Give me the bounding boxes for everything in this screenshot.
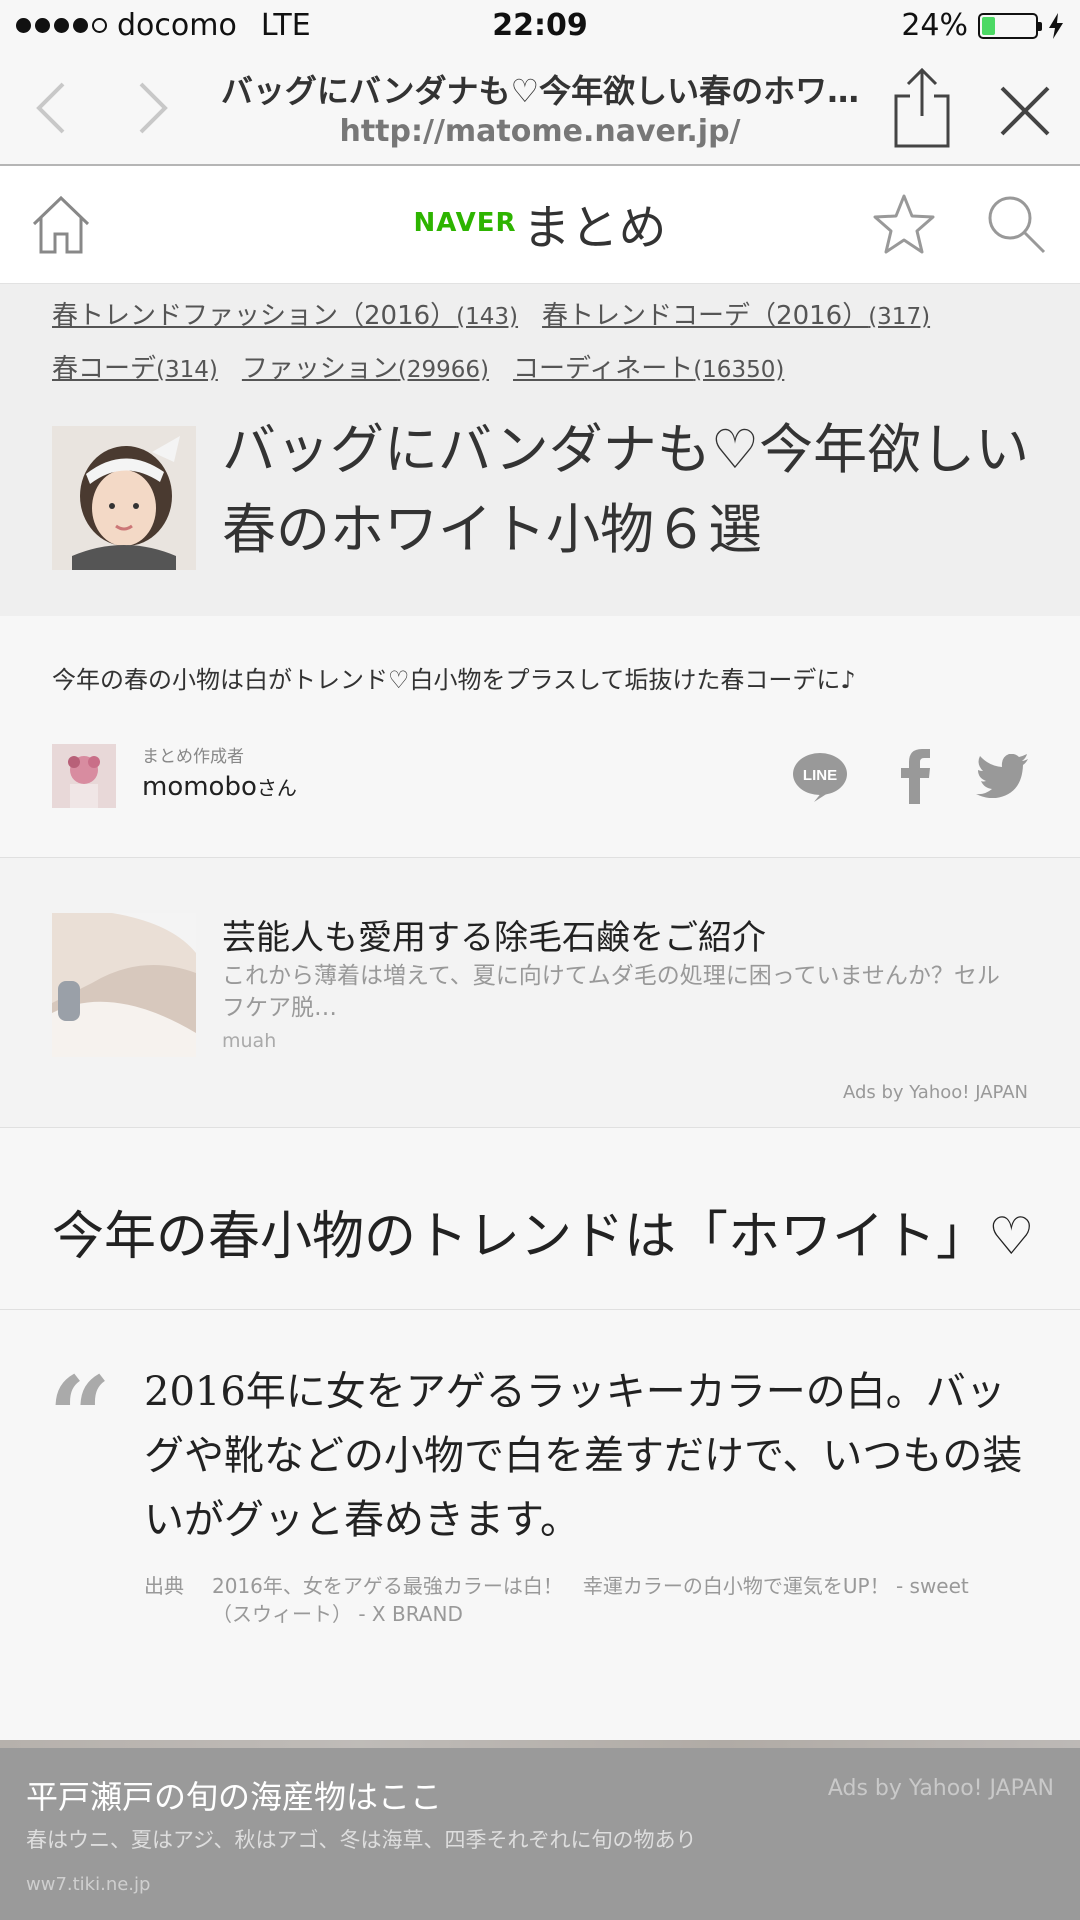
share-facebook-button[interactable]: [894, 748, 934, 804]
close-icon: [1000, 86, 1050, 136]
chevron-left-icon: [36, 82, 65, 134]
bottom-ad-description: 春はウニ、夏はアジ、秋はアゴ、冬は海草、四季それぞれに旬の物あり: [26, 1828, 697, 1852]
article-summary-section: 今年の春の小物は白がトレンド♡白小物をプラスして垢抜けた春コーデに♪ まとめ作成…: [0, 616, 1080, 858]
quote-source: 出典 2016年、女をアゲる最強カラーは白！ 幸運カラーの白小物で運気をUP！ …: [144, 1572, 1004, 1628]
tag-link[interactable]: 春トレンドコーデ（2016）(317): [542, 301, 930, 331]
article-thumbnail: [52, 426, 196, 570]
favorite-button[interactable]: [872, 192, 936, 256]
line-icon: LINE: [793, 753, 847, 802]
ad-source: muah: [222, 1030, 277, 1052]
tag-link[interactable]: 春コーデ(314): [52, 354, 218, 384]
battery-percent: 24%: [901, 8, 968, 43]
bottom-ads-by-label[interactable]: Ads by Yahoo! JAPAN: [828, 1776, 1054, 1801]
star-icon: [873, 194, 935, 254]
section-heading-block: 今年の春小物のトレンドは「ホワイト」♡: [0, 1128, 1080, 1310]
bottom-ad-title[interactable]: 平戸瀬戸の旬の海産物はここ: [26, 1772, 442, 1818]
article-summary: 今年の春の小物は白がトレンド♡白小物をプラスして垢抜けた春コーデに♪: [52, 666, 856, 694]
search-icon: [988, 196, 1046, 254]
charging-bolt-icon: [1049, 12, 1063, 39]
bottom-overlay-ad[interactable]: 平戸瀬戸の旬の海産物はここ Ads by Yahoo! JAPAN 春はウニ、夏…: [0, 1740, 1080, 1920]
share-line-button[interactable]: LINE: [792, 752, 848, 802]
sponsored-ad[interactable]: 芸能人も愛用する除毛石鹸をご紹介 これから薄着は増えて、夏に向けてムダ毛の処理に…: [0, 858, 1080, 1128]
source-label: 出典: [144, 1574, 184, 1598]
author-name[interactable]: momoboさん: [142, 772, 297, 802]
facebook-icon: [901, 749, 930, 804]
quote-block: “ 2016年に女をアゲるラッキーカラーの白。バッグや靴などの小物で白を差すだけ…: [0, 1310, 1080, 1740]
section-heading: 今年の春小物のトレンドは「ホワイト」♡: [52, 1207, 1035, 1267]
site-header: NAVER まとめ: [0, 166, 1080, 284]
close-button[interactable]: [994, 80, 1056, 142]
bottom-ad-source: ww7.tiki.ne.jp: [26, 1874, 151, 1895]
forward-button[interactable]: [126, 80, 182, 136]
share-button[interactable]: [890, 66, 954, 150]
logo-matome: まとめ: [522, 200, 667, 256]
ad-description: これから薄着は増えて、夏に向けてムダ毛の処理に困っていませんか？セルフケア脱…: [222, 963, 1000, 1021]
back-button[interactable]: [22, 80, 78, 136]
url-field[interactable]: http://matome.naver.jp/: [185, 114, 895, 149]
share-icon: [894, 67, 950, 148]
battery-info: 24%: [901, 8, 1064, 43]
ads-by-label[interactable]: Ads by Yahoo! JAPAN: [843, 1082, 1028, 1103]
search-button[interactable]: [984, 192, 1048, 256]
article-hero: 春トレンドファッション（2016）(143) 春トレンドコーデ（2016）(317…: [0, 284, 1080, 616]
quote-mark-icon: “: [48, 1352, 112, 1481]
twitter-icon: [976, 753, 1028, 799]
ad-thumbnail[interactable]: [52, 913, 196, 1057]
battery-icon: [978, 12, 1042, 39]
ad-title[interactable]: 芸能人も愛用する除毛石鹸をご紹介: [222, 910, 766, 959]
tag-link[interactable]: 春トレンドファッション（2016）(143): [52, 301, 518, 331]
status-bar: docomo LTE 22:09 24%: [0, 0, 1080, 52]
author-avatar[interactable]: [52, 744, 116, 808]
article-title: バッグにバンダナも♡今年欲しい春のホワイト小物６選: [222, 418, 1030, 561]
tag-link[interactable]: コーディネート(16350): [513, 354, 784, 384]
tag-list: 春トレンドファッション（2016）(143) 春トレンドコーデ（2016）(317…: [52, 290, 1032, 396]
svg-text:LINE: LINE: [803, 767, 837, 784]
ad-image-strip: [0, 1740, 1080, 1748]
share-twitter-button[interactable]: [976, 753, 1028, 799]
browser-toolbar: バッグにバンダナも♡今年欲しい春のホワ… http://matome.naver…: [0, 52, 1080, 166]
logo-naver: NAVER: [413, 208, 517, 238]
source-link[interactable]: 2016年、女をアゲる最強カラーは白！ 幸運カラーの白小物で運気をUP！ - s…: [212, 1572, 1004, 1628]
quote-text: 2016年に女をアゲるラッキーカラーの白。バッグや靴などの小物で白を差すだけで、…: [144, 1369, 1023, 1543]
author-role: まとめ作成者: [142, 747, 244, 767]
browser-page-title: バッグにバンダナも♡今年欲しい春のホワ…: [220, 72, 860, 110]
chevron-right-icon: [139, 82, 168, 134]
tag-link[interactable]: ファッション(29966): [242, 354, 489, 384]
